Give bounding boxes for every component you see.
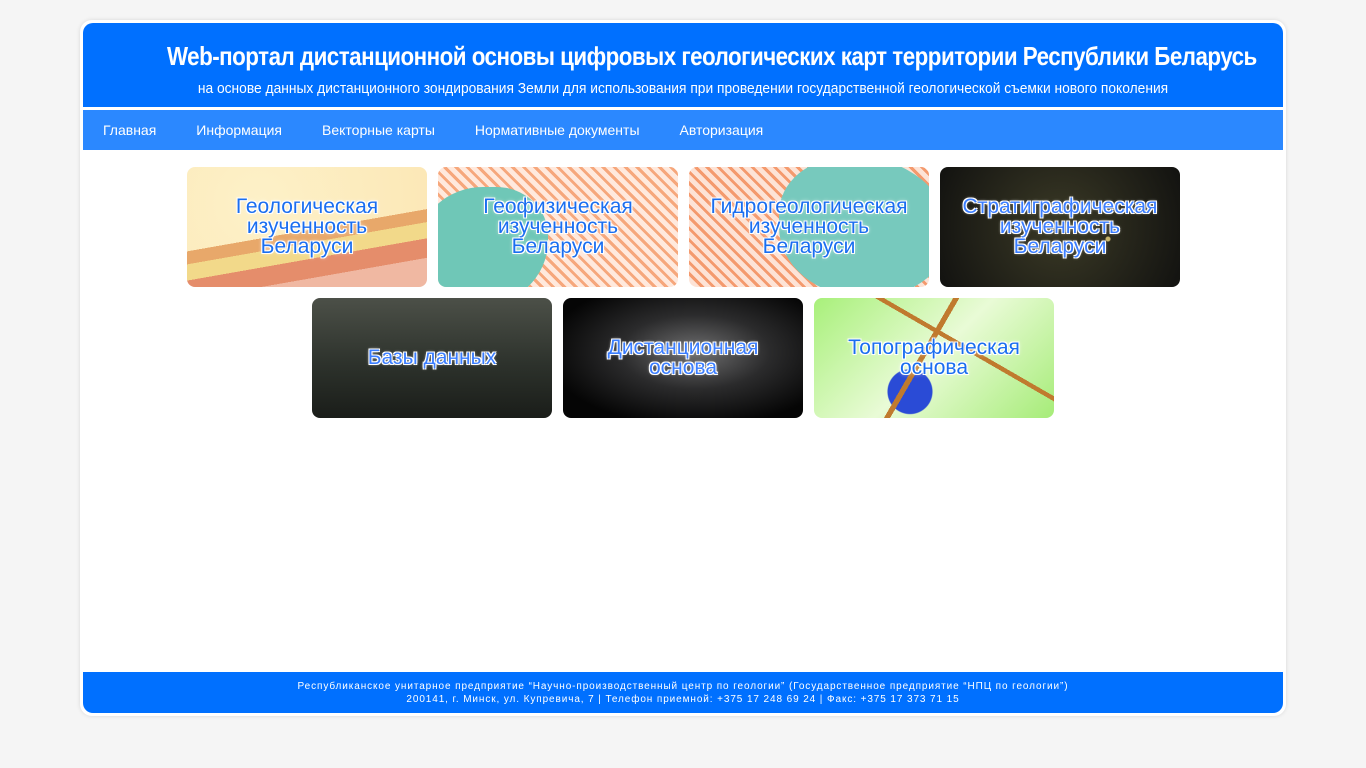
tile-label: Геологическая изученность Беларуси (235, 195, 379, 258)
tiles-row-1: Геологическая изученность Беларуси Геофи… (187, 167, 1180, 287)
tile-label: Базы данных (367, 346, 497, 369)
footer-contacts: 200141, г. Минск, ул. Купревича, 7 | Тел… (406, 694, 960, 705)
nav-item-home[interactable]: Главная (103, 122, 156, 138)
site-title: Web-портал дистанционной основы цифровых… (167, 41, 1257, 71)
tile-geological-study[interactable]: Геологическая изученность Беларуси (187, 167, 427, 287)
nav-item-login[interactable]: Авторизация (680, 122, 764, 138)
tile-topographic-basis[interactable]: Топографическая основа (814, 298, 1054, 418)
tile-label: Дистанционная основа (607, 336, 759, 379)
nav-item-normative-docs[interactable]: Нормативные документы (475, 122, 640, 138)
footer-organization: Республиканское унитарное предприятие “Н… (297, 681, 1069, 692)
tile-remote-basis[interactable]: Дистанционная основа (563, 298, 803, 418)
tile-label: Топографическая основа (848, 336, 1020, 379)
tile-databases[interactable]: Базы данных (312, 298, 552, 418)
main-nav: Главная Информация Векторные карты Норма… (83, 110, 1283, 150)
site-footer: Республиканское унитарное предприятие “Н… (83, 672, 1283, 713)
tile-stratigraphic-study[interactable]: Стратиграфическая изученность Беларуси (940, 167, 1180, 287)
tile-label: Стратиграфическая изученность Беларуси (962, 195, 1158, 258)
tiles-row-2: Базы данных Дистанционная основа Топогра… (312, 298, 1054, 418)
nav-item-info[interactable]: Информация (196, 122, 282, 138)
tile-geophysical-study[interactable]: Геофизическая изученность Беларуси (438, 167, 678, 287)
tile-label: Гидрогеологическая изученность Беларуси (710, 195, 908, 258)
tile-hydrogeological-study[interactable]: Гидрогеологическая изученность Беларуси (689, 167, 929, 287)
site-header: Web-портал дистанционной основы цифровых… (83, 23, 1283, 107)
site-subtitle: на основе данных дистанционного зондиров… (197, 80, 1169, 97)
nav-item-vector-maps[interactable]: Векторные карты (322, 122, 435, 138)
tile-label: Геофизическая изученность Беларуси (483, 195, 633, 258)
